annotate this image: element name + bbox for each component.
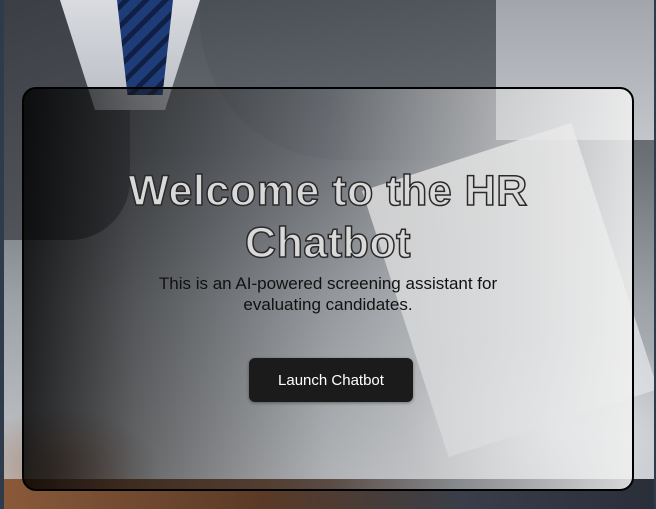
page: Welcome to the HR Chatbot This is an AI-… [0, 0, 656, 509]
page-subtitle: This is an AI-powered screening assistan… [24, 273, 632, 315]
page-title-text: Welcome to the HR Chatbot [127, 166, 528, 268]
launch-chatbot-button[interactable]: Launch Chatbot [249, 358, 413, 402]
page-title: Welcome to the HR Chatbot [24, 165, 632, 269]
welcome-card: Welcome to the HR Chatbot This is an AI-… [22, 87, 634, 491]
window-left-edge [0, 0, 4, 509]
page-subtitle-text: This is an AI-powered screening assistan… [158, 274, 498, 314]
